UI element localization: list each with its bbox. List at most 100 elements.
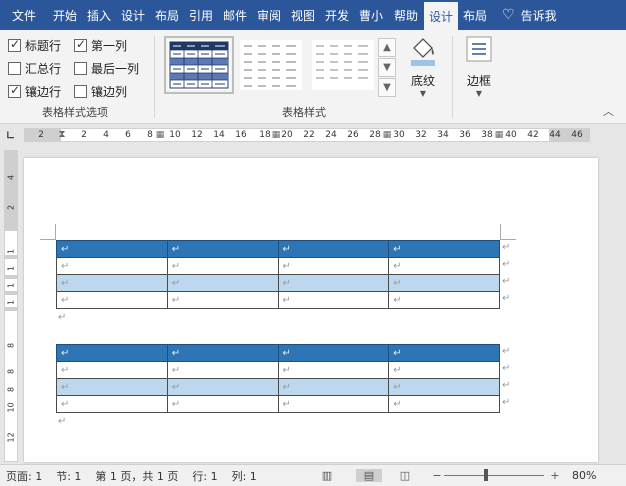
table-cell[interactable]: ↵ xyxy=(277,274,390,292)
table-cell[interactable]: ↵ xyxy=(166,378,279,396)
table-cell[interactable]: ↵ xyxy=(388,344,500,362)
tab-review[interactable]: 审阅 xyxy=(252,0,286,30)
table-row[interactable]: ↵ ↵ ↵ ↵ xyxy=(56,240,500,258)
zoom-out-button[interactable]: − xyxy=(430,469,444,482)
tab-help[interactable]: 帮助 xyxy=(388,0,424,30)
shading-button[interactable]: 底纹 ▼ xyxy=(398,34,448,112)
table-cell[interactable]: ↵ xyxy=(388,240,500,258)
tell-me-search[interactable]: ♡ 告诉我 xyxy=(492,0,564,30)
table-cell[interactable]: ↵ xyxy=(277,395,390,413)
checkbox-header-row[interactable]: 标题行 xyxy=(8,37,61,54)
borders-button[interactable]: 边框 ▼ xyxy=(454,34,504,112)
table-cell[interactable]: ↵ xyxy=(166,344,279,362)
status-page-count[interactable]: 第 1 页，共 1 页 xyxy=(95,468,178,484)
table-cell[interactable]: ↵ xyxy=(166,395,279,413)
document-page[interactable]: ↵ ↵ ↵ ↵ ↵ ↵ ↵ ↵ ↵ ↵ ↵ ↵ ↵ ↵ ↵ ↵ ↵ ↵ ↵ ↵ … xyxy=(24,158,598,462)
checkbox-first-column[interactable]: 第一列 xyxy=(74,37,127,54)
table-style-plain-dashed[interactable] xyxy=(240,40,302,90)
status-column[interactable]: 列: 1 xyxy=(232,468,257,484)
table-cell[interactable]: ↵ xyxy=(166,274,279,292)
checkbox-label: 最后一列 xyxy=(91,62,140,76)
table-cell[interactable]: ↵ xyxy=(388,257,500,275)
vertical-ruler[interactable]: 4 2 1 1 1 1 8 8 8 10 12 xyxy=(4,150,18,462)
table-cell[interactable]: ↵ xyxy=(166,240,279,258)
status-row[interactable]: 行: 1 xyxy=(192,468,217,484)
zoom-slider-thumb[interactable] xyxy=(484,469,488,481)
table-cell[interactable]: ↵ xyxy=(56,361,168,379)
table-cell[interactable]: ↵ xyxy=(166,257,279,275)
table-cell[interactable]: ↵ xyxy=(388,395,500,413)
ruler-label: 8 xyxy=(6,368,16,375)
table-style-grid-accent[interactable] xyxy=(164,36,234,94)
tab-insert[interactable]: 插入 xyxy=(82,0,116,30)
table-cell[interactable]: ↵ xyxy=(56,240,168,258)
table-row[interactable]: ↵ ↵ ↵ ↵ xyxy=(56,378,500,396)
indent-marker-icon[interactable]: ⧗ xyxy=(58,130,65,140)
column-marker-icon[interactable]: ▦ xyxy=(272,130,281,140)
document-table-2[interactable]: ↵ ↵ ↵ ↵ ↵ ↵ ↵ ↵ ↵ ↵ ↵ ↵ ↵ ↵ ↵ ↵ xyxy=(56,344,500,413)
document-table-1[interactable]: ↵ ↵ ↵ ↵ ↵ ↵ ↵ ↵ ↵ ↵ ↵ ↵ ↵ ↵ ↵ ↵ xyxy=(56,240,500,309)
table-cell[interactable]: ↵ xyxy=(277,378,390,396)
table-cell[interactable]: ↵ xyxy=(56,344,168,362)
column-marker-icon[interactable]: ▦ xyxy=(156,130,165,140)
table-cell[interactable]: ↵ xyxy=(388,291,500,309)
checkbox-total-row[interactable]: 汇总行 xyxy=(8,60,61,77)
tab-mailings[interactable]: 邮件 xyxy=(218,0,252,30)
zoom-slider-track[interactable] xyxy=(444,475,544,476)
checkbox-last-column[interactable]: 最后一列 xyxy=(74,60,139,77)
tab-custom[interactable]: 曹小 xyxy=(354,0,388,30)
table-row[interactable]: ↵ ↵ ↵ ↵ xyxy=(56,274,500,292)
table-cell[interactable]: ↵ xyxy=(277,361,390,379)
tab-home[interactable]: 开始 xyxy=(48,0,82,30)
column-marker-icon[interactable]: ▦ xyxy=(383,130,392,140)
table-cell[interactable]: ↵ xyxy=(56,395,168,413)
table-cell[interactable]: ↵ xyxy=(166,361,279,379)
horizontal-ruler[interactable]: 2 ⧗ 2 4 6 8 ▦ 10 12 14 16 18 ▦ 20 22 24 … xyxy=(24,128,590,142)
checkbox-banded-columns[interactable]: 镶边列 xyxy=(74,83,127,100)
table-cell[interactable]: ↵ xyxy=(388,274,500,292)
table-cell[interactable]: ↵ xyxy=(388,378,500,396)
table-cell[interactable]: ↵ xyxy=(277,257,390,275)
gallery-scroll-up-button[interactable]: ▲ xyxy=(378,38,396,57)
status-page[interactable]: 页面: 1 xyxy=(6,468,42,484)
tab-references[interactable]: 引用 xyxy=(184,0,218,30)
tab-file[interactable]: 文件 xyxy=(0,0,48,30)
table-cell[interactable]: ↵ xyxy=(56,291,168,309)
tab-table-layout[interactable]: 布局 xyxy=(458,0,492,30)
web-layout-icon[interactable]: ◫ xyxy=(398,469,412,482)
read-mode-icon[interactable]: ▥ xyxy=(320,469,334,482)
table-row[interactable]: ↵ ↵ ↵ ↵ xyxy=(56,257,500,275)
gallery-scroll-down-button[interactable]: ▼ xyxy=(378,58,396,77)
table-cell[interactable]: ↵ xyxy=(56,257,168,275)
tab-view[interactable]: 视图 xyxy=(286,0,320,30)
tab-table-design[interactable]: 设计 xyxy=(424,2,458,30)
checkbox-banded-rows[interactable]: 镶边行 xyxy=(8,83,61,100)
table-cell[interactable]: ↵ xyxy=(277,291,390,309)
end-of-row-mark: ↵ xyxy=(502,380,511,391)
zoom-level[interactable]: 80% xyxy=(572,469,596,482)
collapse-ribbon-icon[interactable]: ︿ xyxy=(603,103,614,119)
column-marker-icon[interactable]: ▦ xyxy=(495,130,504,140)
tab-developer[interactable]: 开发 xyxy=(320,0,354,30)
table-cell[interactable]: ↵ xyxy=(388,361,500,379)
table-row[interactable]: ↵ ↵ ↵ ↵ xyxy=(56,395,500,413)
table-row[interactable]: ↵ ↵ ↵ ↵ xyxy=(56,291,500,309)
table-cell[interactable]: ↵ xyxy=(277,240,390,258)
ruler-label: 1 xyxy=(6,265,16,272)
status-section[interactable]: 节: 1 xyxy=(56,468,81,484)
table-cell[interactable]: ↵ xyxy=(277,344,390,362)
ruler-label: 18 xyxy=(259,130,271,140)
table-row[interactable]: ↵ ↵ ↵ ↵ xyxy=(56,344,500,362)
tab-layout[interactable]: 布局 xyxy=(150,0,184,30)
tab-stop-selector-icon[interactable]: ∟ xyxy=(6,129,18,142)
vertical-scrollbar[interactable] xyxy=(610,158,624,462)
print-layout-icon[interactable]: ▤ xyxy=(356,469,382,482)
tab-design[interactable]: 设计 xyxy=(116,0,150,30)
table-cell[interactable]: ↵ xyxy=(56,378,168,396)
zoom-in-button[interactable]: + xyxy=(548,469,562,482)
table-cell[interactable]: ↵ xyxy=(166,291,279,309)
table-cell[interactable]: ↵ xyxy=(56,274,168,292)
table-style-plain-light[interactable] xyxy=(312,40,374,90)
gallery-expand-button[interactable]: ▼ xyxy=(378,78,396,97)
table-row[interactable]: ↵ ↵ ↵ ↵ xyxy=(56,361,500,379)
